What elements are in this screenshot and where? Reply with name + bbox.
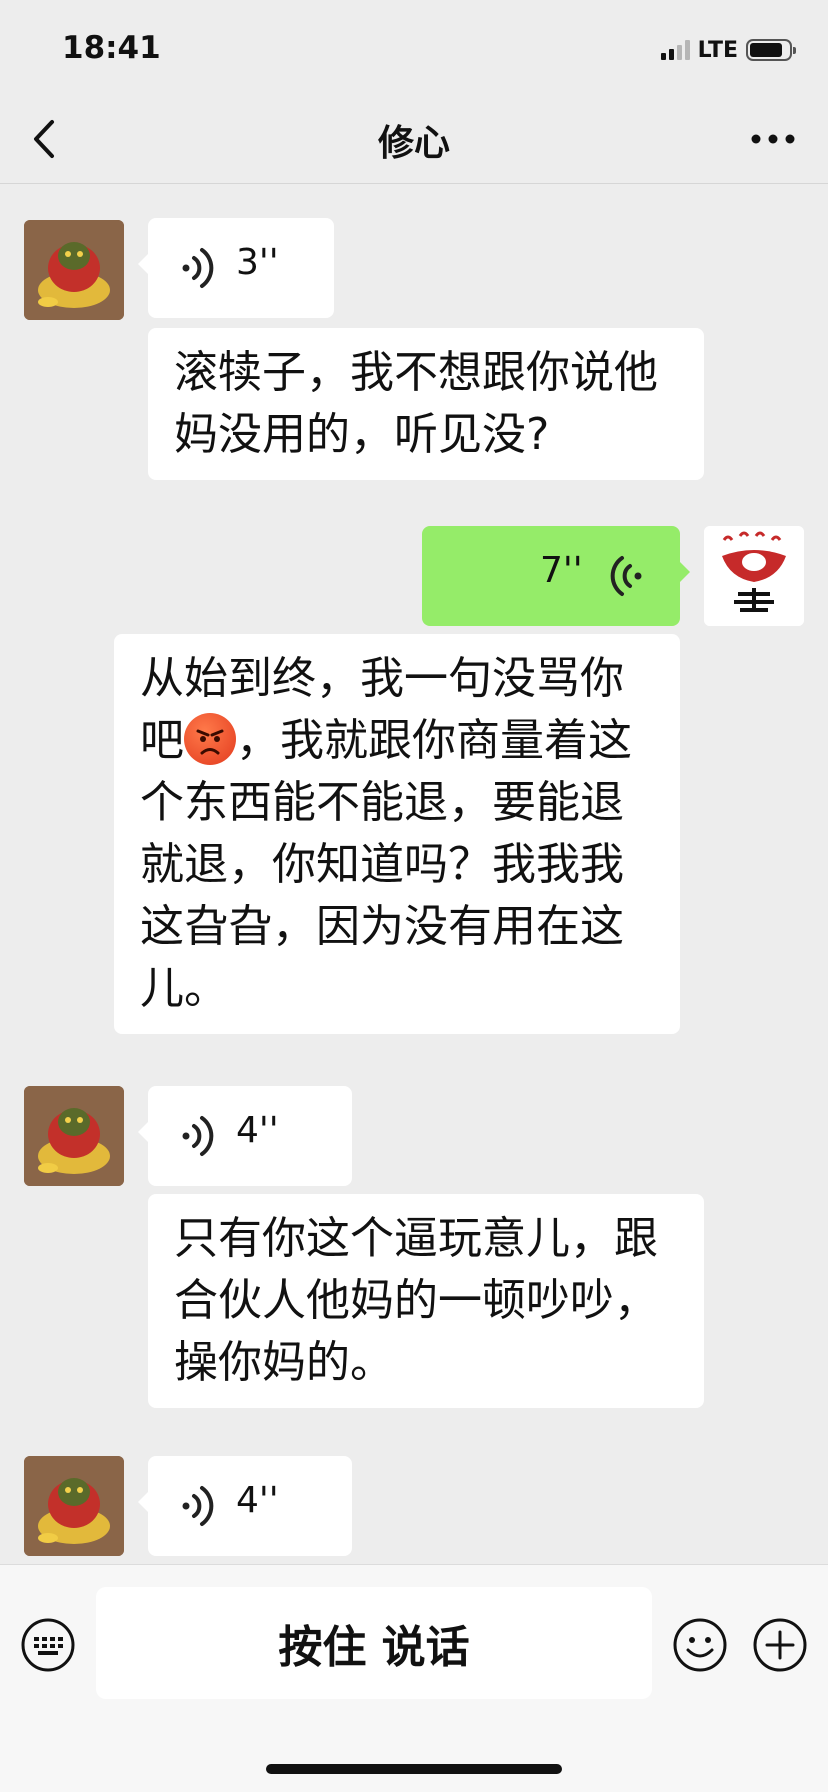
text-message-bubble[interactable]: 从始到终，我一句没骂你吧 ，我就跟你商量着这个东西能不能退，要能退就退，你知道吗… (114, 634, 680, 1034)
network-type: LTE (697, 37, 738, 63)
message-text: 只有你这个逼玩意儿，跟合伙人他妈的一顿吵吵，操你妈的。 (174, 1213, 658, 1388)
toad-avatar-image (24, 1456, 124, 1556)
contact-avatar[interactable] (24, 1456, 124, 1556)
toad-avatar-image (24, 220, 124, 320)
more-button[interactable] (748, 114, 798, 164)
my-avatar[interactable] (704, 526, 804, 626)
contact-avatar[interactable] (24, 220, 124, 320)
voice-duration: 4'' (236, 1480, 279, 1521)
battery-icon (746, 39, 796, 61)
text-message-bubble[interactable]: 滚犊子，我不想跟你说他妈没用的，听见没? (148, 328, 704, 480)
status-bar: 18:41 LTE (0, 0, 828, 96)
more-icon (751, 134, 795, 144)
chat-title: 修心 (377, 123, 450, 164)
toad-avatar-image (24, 1086, 124, 1186)
chat-messages[interactable]: 3'' 滚犊子，我不想跟你说他妈没用的，听见没? 7'' 从始到终，我一句没骂你… (0, 184, 828, 1564)
voice-wave-icon (182, 248, 214, 288)
text-message-bubble[interactable]: 只有你这个逼玩意儿，跟合伙人他妈的一顿吵吵，操你妈的。 (148, 1194, 704, 1408)
angry-face-icon (184, 713, 236, 765)
emoji-button[interactable] (672, 1617, 728, 1673)
status-time: 18:41 (62, 30, 161, 66)
voice-message-bubble[interactable]: 4'' (138, 1086, 352, 1186)
voice-message-bubble[interactable]: 3'' (138, 218, 334, 318)
voice-wave-icon (610, 556, 642, 596)
home-indicator[interactable] (266, 1764, 562, 1774)
voice-wave-icon (182, 1116, 214, 1156)
voice-message-bubble-sent[interactable]: 7'' (422, 526, 690, 626)
nav-bar: 修心 (0, 96, 828, 184)
voice-duration: 4'' (236, 1110, 279, 1151)
keyboard-toggle-button[interactable] (20, 1617, 76, 1673)
voice-wave-icon (182, 1486, 214, 1526)
voice-duration: 7'' (540, 550, 583, 591)
contact-avatar[interactable] (24, 1086, 124, 1186)
voice-duration: 3'' (236, 242, 279, 283)
input-bar: 按住 说话 (0, 1564, 828, 1792)
hold-to-talk-button[interactable]: 按住 说话 (96, 1587, 652, 1699)
voice-message-bubble[interactable]: 4'' (138, 1456, 352, 1556)
smiley-icon (673, 1618, 727, 1672)
keyboard-icon (21, 1618, 75, 1672)
logo-avatar-image (704, 526, 804, 626)
signal-icon (660, 40, 690, 60)
plus-icon (753, 1618, 807, 1672)
status-indicators: LTE (660, 36, 796, 64)
more-functions-button[interactable] (752, 1617, 808, 1673)
message-text: 滚犊子，我不想跟你说他妈没用的，听见没? (174, 347, 658, 460)
